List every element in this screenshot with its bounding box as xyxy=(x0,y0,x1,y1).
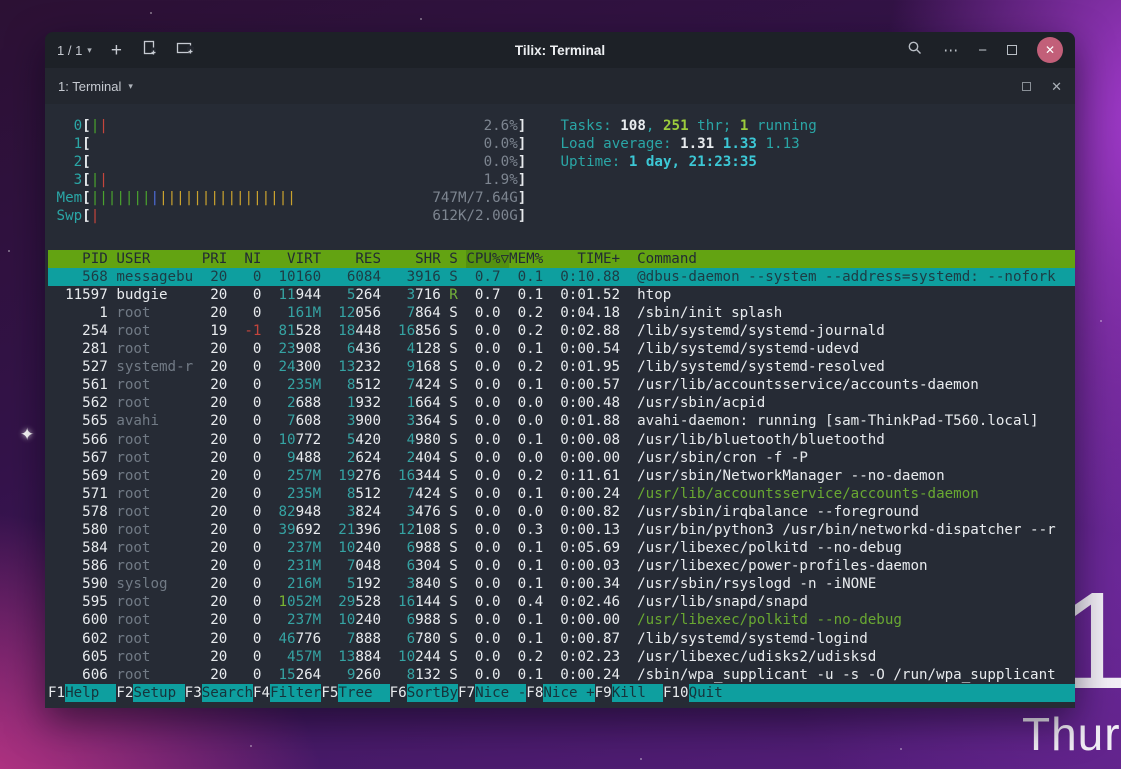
tab-terminal[interactable]: 1: Terminal ▾ xyxy=(58,79,133,94)
load-average-line: Load average: 1.31 1.33 1.13 xyxy=(560,135,816,153)
process-row-562[interactable]: 562root200268819321664S0.0 0.00:00.48/us… xyxy=(48,394,1075,412)
system-info: Tasks: 108, 251 thr; 1 running Load aver… xyxy=(560,117,816,226)
cpu-meter-3: 3[||1.9%] xyxy=(57,171,527,189)
process-row-11597[interactable]: 11597budgie2001194452643716R0.7 0.10:01.… xyxy=(48,286,1075,304)
process-row-606[interactable]: 606root2001526492608132S0.0 0.10:00.24/s… xyxy=(48,666,1075,684)
tilix-window: 1 / 1 ▾ + Tilix: Terminal xyxy=(45,32,1075,708)
fkey-f2[interactable]: F2Setup xyxy=(116,684,184,702)
close-button[interactable]: ✕ xyxy=(1037,37,1063,63)
sparkle-dot xyxy=(150,12,152,14)
swp-meter: Swp[|612K/2.00G] xyxy=(57,207,527,225)
process-table-header[interactable]: PIDUSERPRINIVIRTRESSHRSCPU%▽MEM%TIME+Com… xyxy=(48,250,1075,268)
process-row-566[interactable]: 566root2001077254204980S0.0 0.10:00.08/u… xyxy=(48,431,1075,449)
process-row-567[interactable]: 567root200948826242404S0.0 0.00:00.00/us… xyxy=(48,449,1075,467)
new-session-button[interactable]: + xyxy=(111,41,122,60)
session-indicator: 1 / 1 xyxy=(57,43,82,58)
cpu-meter-1: 1[0.0%] xyxy=(57,135,527,153)
process-row-590[interactable]: 590syslog200216M51923840S0.0 0.10:00.34/… xyxy=(48,575,1075,593)
search-icon[interactable] xyxy=(907,40,923,61)
menu-dots-icon[interactable]: ⋯ xyxy=(943,43,958,58)
htop-header: 0[||2.6%]1[0.0%]2[0.0%]3[||1.9%]Mem[||||… xyxy=(48,117,1075,226)
tab-label: 1: Terminal xyxy=(58,79,121,94)
process-row-1[interactable]: 1root200161M120567864S0.0 0.20:04.18/sbi… xyxy=(48,304,1075,322)
sparkle-dot xyxy=(640,758,642,760)
chevron-down-icon: ▾ xyxy=(87,45,92,56)
process-row-568[interactable]: 568messagebu2001016060843916S0.7 0.10:10… xyxy=(48,268,1075,286)
process-row-595[interactable]: 595root2001052M2952816144S0.0 0.40:02.46… xyxy=(48,593,1075,611)
fkey-f10[interactable]: F10Quit xyxy=(663,684,1075,702)
process-row-571[interactable]: 571root200235M85127424S0.0 0.10:00.24/us… xyxy=(48,485,1075,503)
process-row-600[interactable]: 600root200237M102406988S0.0 0.10:00.00/u… xyxy=(48,611,1075,629)
process-row-254[interactable]: 254root19-1815281844816856S0.0 0.20:02.8… xyxy=(48,322,1075,340)
sparkle-dot xyxy=(420,18,422,20)
split-terminal-right-icon[interactable] xyxy=(141,40,157,61)
sparkle-dot xyxy=(250,745,252,747)
process-row-580[interactable]: 580root200396922139612108S0.0 0.30:00.13… xyxy=(48,521,1075,539)
process-row-584[interactable]: 584root200237M102406988S0.0 0.10:05.69/u… xyxy=(48,539,1075,557)
minimize-button[interactable]: − xyxy=(978,43,987,58)
process-row-602[interactable]: 602root2004677678886780S0.0 0.10:00.87/l… xyxy=(48,630,1075,648)
close-terminal-icon[interactable]: ✕ xyxy=(1051,80,1062,93)
maximize-terminal-icon[interactable] xyxy=(1022,82,1031,91)
chevron-down-icon: ▾ xyxy=(128,81,133,92)
fkey-f7[interactable]: F7Nice - xyxy=(458,684,526,702)
cpu-meter-0: 0[||2.6%] xyxy=(57,117,527,135)
maximize-button[interactable] xyxy=(1007,45,1017,55)
process-row-578[interactable]: 578root2008294838243476S0.0 0.00:00.82/u… xyxy=(48,503,1075,521)
fkey-f4[interactable]: F4Filter xyxy=(253,684,321,702)
mem-meter: Mem[||||||||||||||||||||||||747M/7.64G] xyxy=(57,189,527,207)
process-row-565[interactable]: 565avahi200760839003364S0.0 0.00:01.88av… xyxy=(48,412,1075,430)
process-row-605[interactable]: 605root200457M1388410244S0.0 0.20:02.23/… xyxy=(48,648,1075,666)
cpu-memory-meters: 0[||2.6%]1[0.0%]2[0.0%]3[||1.9%]Mem[||||… xyxy=(57,117,527,226)
sparkle-dot xyxy=(8,250,10,252)
tasks-line: Tasks: 108, 251 thr; 1 running xyxy=(560,117,816,135)
session-selector[interactable]: 1 / 1 ▾ xyxy=(57,43,92,58)
window-title: Tilix: Terminal xyxy=(515,43,605,58)
process-table: 568messagebu2001016060843916S0.7 0.10:10… xyxy=(48,268,1075,684)
htop-terminal[interactable]: 0[||2.6%]1[0.0%]2[0.0%]3[||1.9%]Mem[||||… xyxy=(45,104,1075,708)
process-row-527[interactable]: 527systemd-r20024300132329168S0.0 0.20:0… xyxy=(48,358,1075,376)
fkey-f8[interactable]: F8Nice + xyxy=(526,684,594,702)
sparkle-star: ✦ xyxy=(20,425,34,445)
sparkle-dot xyxy=(1100,320,1102,322)
sparkle-dot xyxy=(900,748,902,750)
titlebar: 1 / 1 ▾ + Tilix: Terminal xyxy=(45,32,1075,68)
desktop-clock-day: Thurs xyxy=(1022,707,1121,761)
process-row-569[interactable]: 569root200257M1927616344S0.0 0.20:11.61/… xyxy=(48,467,1075,485)
process-row-281[interactable]: 281root2002390864364128S0.0 0.10:00.54/l… xyxy=(48,340,1075,358)
process-row-586[interactable]: 586root200231M70486304S0.0 0.10:00.03/us… xyxy=(48,557,1075,575)
fkey-f6[interactable]: F6SortBy xyxy=(390,684,458,702)
fkey-f5[interactable]: F5Tree xyxy=(321,684,389,702)
uptime-line: Uptime: 1 day, 21:23:35 xyxy=(560,153,816,171)
desktop-background: ✦ 1 Thurs 1 / 1 ▾ + xyxy=(0,0,1121,769)
cpu-meter-2: 2[0.0%] xyxy=(57,153,527,171)
tabbar: 1: Terminal ▾ ✕ xyxy=(45,68,1075,104)
fkey-f1[interactable]: F1Help xyxy=(48,684,116,702)
process-row-561[interactable]: 561root200235M85127424S0.0 0.10:00.57/us… xyxy=(48,376,1075,394)
fkey-f3[interactable]: F3Search xyxy=(185,684,253,702)
function-key-bar: F1HelpF2SetupF3SearchF4FilterF5TreeF6Sor… xyxy=(48,684,1075,702)
fkey-f9[interactable]: F9Kill xyxy=(595,684,663,702)
split-terminal-down-icon[interactable] xyxy=(176,40,194,61)
